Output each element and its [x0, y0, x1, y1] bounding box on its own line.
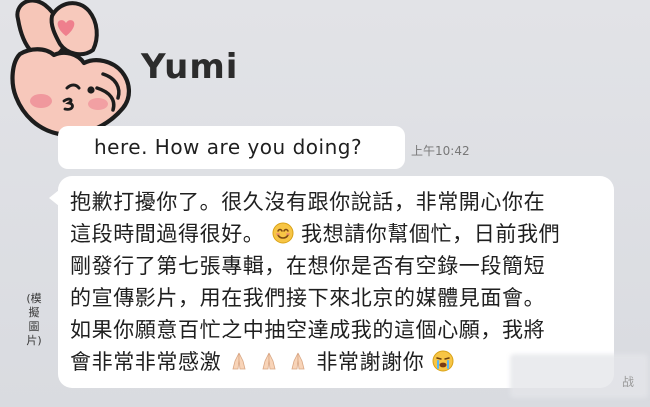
watermark-text: 战: [622, 375, 635, 389]
crying-face-emoji-icon: [432, 349, 454, 381]
message-text-segment: 會非常非常感激: [70, 350, 222, 374]
simulated-image-caption: (模擬圖片): [26, 292, 42, 347]
message-bubble[interactable]: here. How are you doing?: [58, 126, 405, 169]
folded-hands-emoji-icon: [258, 349, 280, 381]
message-line: 抱歉打擾你了。很久沒有跟你說話，非常開心你在: [70, 190, 546, 214]
message-timestamp: 上午10:42: [411, 144, 470, 158]
folded-hands-emoji-icon: [228, 349, 250, 381]
message-line: 如果你願意百忙之中抽空達成我的這個心願，我將: [70, 318, 546, 342]
message-line: 的宣傳影片，用在我們接下來北京的媒體見面會。: [70, 286, 546, 310]
message-line-with-emoji: 這段時間過得很好。 我想請你幫個忙，日前我們: [70, 218, 560, 253]
message-text-segment: 非常謝謝你: [316, 350, 425, 374]
folded-hands-emoji-icon: [287, 349, 309, 381]
message-line: 剛發行了第七張專輯，在想你是否有空錄一段簡短: [70, 254, 546, 278]
message-text-segment: 我想請你幫個忙，日前我們: [300, 222, 561, 246]
sender-avatar[interactable]: [0, 0, 138, 140]
smiling-face-emoji-icon: [272, 221, 294, 253]
sender-name: Yumi: [141, 47, 239, 87]
message-line-with-emoji: 會非常非常感激 非常謝謝你: [70, 346, 454, 381]
chat-screen: Yumi here. How are you doing? 上午10:42 抱歉…: [0, 0, 650, 407]
message-text-segment: 這段時間過得很好。: [70, 222, 265, 246]
message-text: here. How are you doing?: [94, 135, 363, 159]
hand-heart-sticker-icon: [10, 0, 131, 137]
